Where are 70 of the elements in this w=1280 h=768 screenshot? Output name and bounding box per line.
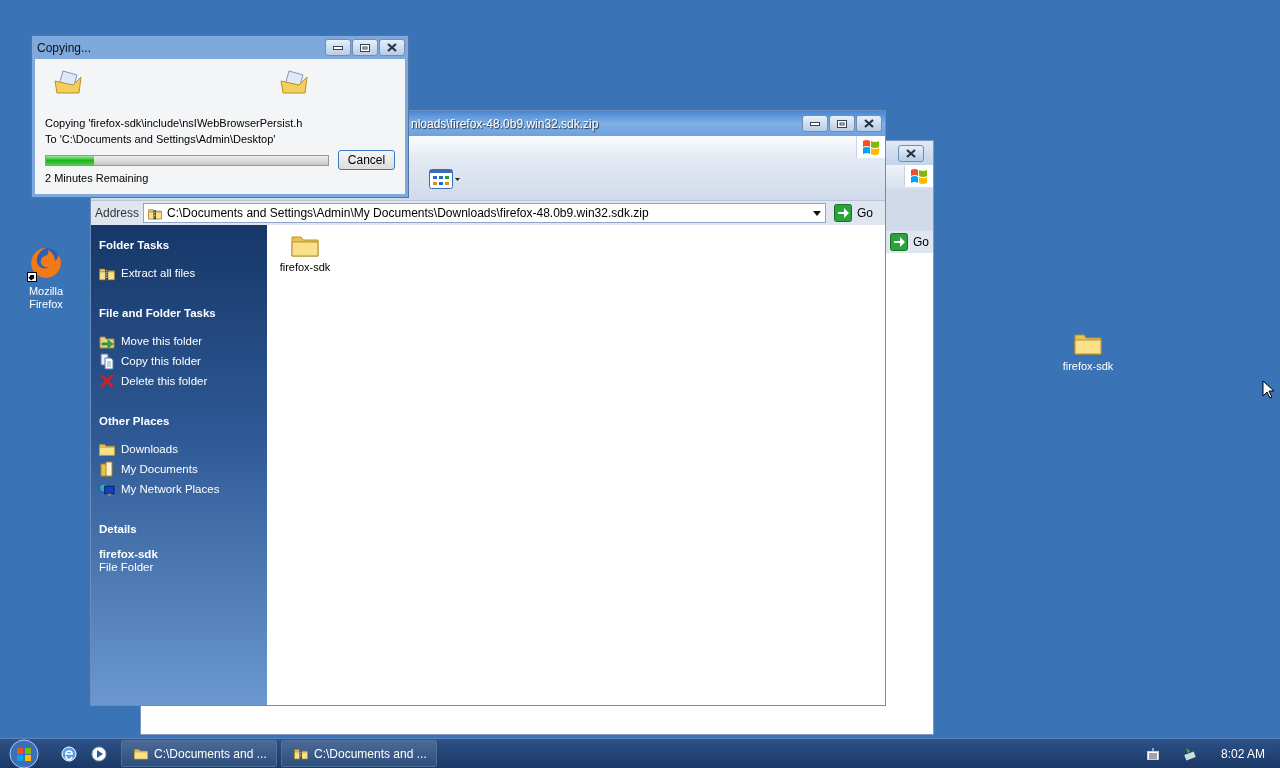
dropdown-caret-icon [813,210,821,216]
task-link[interactable]: Downloads [99,439,178,459]
network-icon [1182,746,1197,761]
delete-x-icon [99,374,115,388]
address-label: Address [95,206,140,220]
close-button[interactable] [856,115,882,132]
close-button[interactable] [379,39,405,56]
cursor-icon [1262,380,1274,399]
folder-icon [99,442,115,456]
folder-item[interactable]: firefox-sdk [277,233,333,273]
minimize-icon [810,121,820,126]
maximize-button[interactable] [352,39,378,56]
views-grid-icon [429,169,453,189]
task-link[interactable]: My Network Places [99,479,220,499]
close-icon [864,119,874,128]
go-button[interactable]: Go [830,202,877,224]
zip-folder-icon [294,747,308,760]
task-link[interactable]: Move this folder [99,331,203,351]
copy-pages-icon [99,352,115,370]
time-remaining-text: 2 Minutes Remaining [45,171,150,186]
task-group-title: Other Places [99,415,171,427]
icon-label[interactable]: firefox-sdk [1058,360,1118,373]
details-name: firefox-sdk [99,548,159,561]
task-link[interactable]: Copy this folder [99,351,201,371]
windows-orb-icon [9,738,39,768]
browser-e-icon [61,745,77,762]
task-link[interactable]: Delete this folder [99,371,208,391]
minimize-icon [333,45,343,50]
minimize-button[interactable] [325,39,351,56]
icon-label[interactable]: Mozilla Firefox [16,285,76,311]
close-icon [387,43,397,52]
folder-icon [134,747,148,760]
window-title: nloads\firefox-48.0b9.win32.sdk.zip [411,116,599,131]
task-link[interactable]: My Documents [99,459,198,479]
address-field[interactable]: C:\Documents and Settings\Admin\My Documents\Downloads\firefox-48.0b9.win32.sdk.zip [143,203,826,223]
details-title: Details [99,523,138,536]
zip-folder-icon [148,206,163,220]
dialog-title: Copying... [37,40,92,55]
task-group-title: File and Folder Tasks [99,307,217,319]
media-player-icon [91,745,107,762]
close-icon [906,148,916,158]
zip-folder-icon [99,265,115,281]
views-button[interactable] [429,169,460,189]
network-places-icon [99,481,115,497]
folder-arrow-icon [99,333,115,349]
keyboard-icon [1146,747,1159,760]
minimize-button[interactable] [802,115,828,132]
taskbar-button[interactable]: C:\Documents and ... [281,740,437,767]
firefox-icon [29,246,63,280]
maximize-icon [360,43,370,52]
copy-destination-text: To 'C:\Documents and Settings\Admin\Desktop' [45,132,277,147]
cancel-button[interactable]: Cancel [338,150,395,170]
details-type: File Folder [99,561,155,574]
windows-flag-icon [909,167,929,185]
folder-paper-icon [53,67,83,97]
go-button[interactable]: Go [886,231,933,253]
task-link[interactable]: Extract all files [99,263,196,283]
folder-icon [291,233,319,257]
taskbar-button[interactable]: C:\Documents and ... [121,740,277,767]
maximize-button[interactable] [829,115,855,132]
caret-icon [455,177,460,181]
folder-paper-icon [279,67,309,97]
task-group-title: Folder Tasks [99,239,171,251]
windows-flag-icon [861,138,881,156]
maximize-icon [837,119,847,128]
copy-file-text: Copying 'firefox-sdk\include\nsIWebBrowserPersist.h [45,116,304,131]
clock-time: 8:02 AM [1220,746,1265,761]
start-button[interactable] [9,738,39,768]
close-button[interactable] [898,144,924,162]
documents-folder-icon [99,461,115,477]
